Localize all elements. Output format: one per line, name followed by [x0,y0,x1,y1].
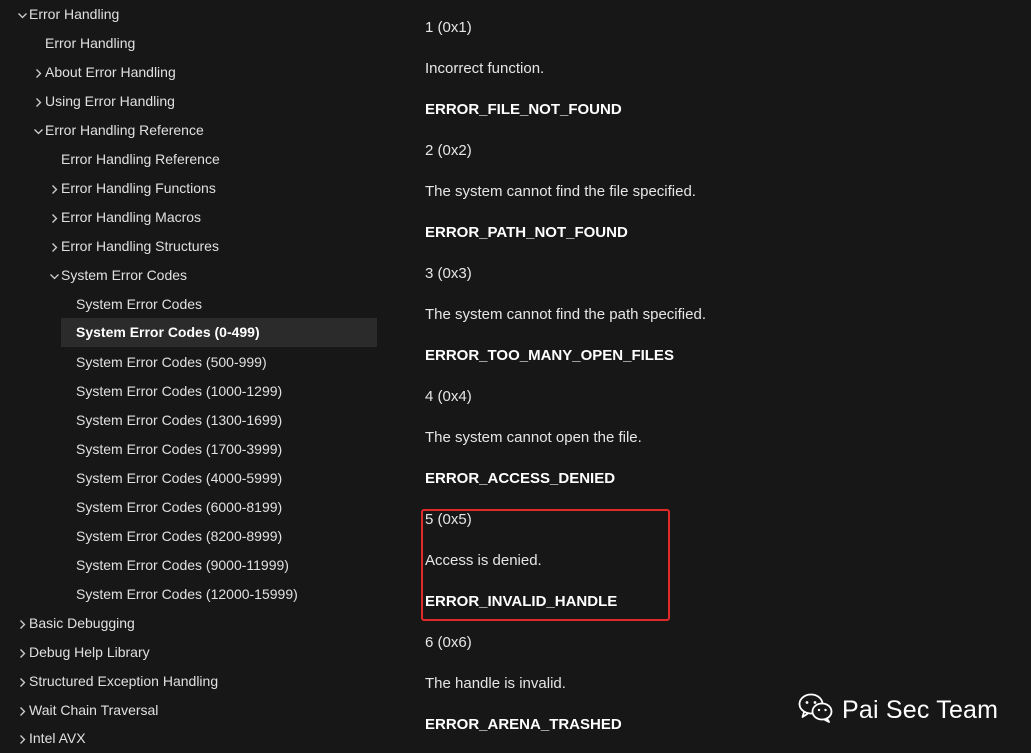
toc-item-label: About Error Handling [45,64,176,80]
wechat-icon [798,693,834,728]
toc-item-label: Error Handling Structures [61,238,219,254]
toc-item-label: System Error Codes (8200-8999) [76,528,283,544]
toc-item-label: System Error Codes (500-999) [76,354,267,370]
toc-item-system-error-codes-9000-11999[interactable]: System Error Codes (9000-11999) [76,551,289,580]
toc-item-system-error-codes-6000-8199[interactable]: System Error Codes (6000-8199) [76,493,282,522]
error-value: 1 (0x1) [425,19,472,36]
toc-item-about-error-handling[interactable]: About Error Handling [32,58,176,87]
toc-item-wait-chain-traversal[interactable]: Wait Chain Traversal [16,696,158,725]
chevron-right-icon[interactable] [16,638,28,667]
toc-item-intel-avx[interactable]: Intel AVX [16,724,86,753]
toc-item-system-error-codes-0-499[interactable]: System Error Codes (0-499) [61,318,377,347]
toc-item-error-handling-overview[interactable]: Error Handling [45,29,135,58]
toc-item-error-handling[interactable]: Error Handling [16,0,119,29]
error-value: 2 (0x2) [425,142,472,159]
error-code-name: ERROR_ACCESS_DENIED [425,470,616,487]
chevron-right-icon[interactable] [48,203,60,232]
toc-item-label: Using Error Handling [45,93,175,109]
toc-item-label: System Error Codes (12000-15999) [76,586,298,602]
error-description: The system cannot find the file specifie… [425,183,696,200]
error-description: Incorrect function. [425,60,545,77]
toc-item-label: Error Handling [45,35,136,51]
toc-item-label: Wait Chain Traversal [29,702,159,718]
toc-item-error-handling-functions[interactable]: Error Handling Functions [48,174,216,203]
toc-item-label: Intel AVX [29,730,86,746]
page: Error Handling Error Handling About Erro… [0,0,1031,753]
watermark: Pai Sec Team [798,692,998,728]
toc-item-label: System Error Codes (9000-11999) [76,557,289,573]
toc-item-label: Structured Exception Handling [29,673,219,689]
toc-item-system-error-codes-overview[interactable]: System Error Codes [76,290,202,319]
toc-item-system-error-codes-1000-1299[interactable]: System Error Codes (1000-1299) [76,377,282,406]
toc-item-error-handling-macros[interactable]: Error Handling Macros [48,203,201,232]
toc-item-label: Error Handling Reference [45,122,204,138]
toc-item-system-error-codes-500-999[interactable]: System Error Codes (500-999) [76,348,267,377]
toc-item-basic-debugging[interactable]: Basic Debugging [16,609,135,638]
toc-item-label: System Error Codes (6000-8199) [76,499,283,515]
toc-item-label: Error Handling [29,6,120,22]
toc-item-label: Error Handling Macros [61,209,202,225]
toc-item-label: System Error Codes [76,296,203,312]
error-description: The handle is invalid. [425,675,566,692]
chevron-down-icon[interactable] [32,116,44,145]
toc-item-label: Basic Debugging [29,615,135,631]
toc-item-system-error-codes-12000-15999[interactable]: System Error Codes (12000-15999) [76,580,298,609]
toc-tree: Error Handling Error Handling About Erro… [0,0,380,753]
toc-item-system-error-codes-8200-8999[interactable]: System Error Codes (8200-8999) [76,522,282,551]
toc-item-error-handling-structures[interactable]: Error Handling Structures [48,232,219,261]
toc-item-label: Error Handling Functions [61,180,216,196]
error-code-name: ERROR_ARENA_TRASHED [425,716,622,733]
error-value: 3 (0x3) [425,265,472,282]
error-code-name: ERROR_FILE_NOT_FOUND [425,101,622,118]
chevron-right-icon[interactable] [16,667,28,696]
toc-item-label: System Error Codes [61,267,188,283]
error-value: 6 (0x6) [425,634,472,651]
chevron-right-icon[interactable] [32,58,44,87]
chevron-right-icon[interactable] [16,609,28,638]
toc-item-system-error-codes-4000-5999[interactable]: System Error Codes (4000-5999) [76,464,282,493]
chevron-down-icon[interactable] [48,261,60,290]
toc-item-structured-exception-handling[interactable]: Structured Exception Handling [16,667,218,696]
chevron-down-icon[interactable] [16,0,28,29]
chevron-right-icon[interactable] [48,232,60,261]
toc-item-label: System Error Codes (1000-1299) [76,383,283,399]
error-code-name: ERROR_TOO_MANY_OPEN_FILES [425,347,674,364]
toc-item-using-error-handling[interactable]: Using Error Handling [32,87,175,116]
toc-item-system-error-codes[interactable]: System Error Codes [48,261,187,290]
chevron-right-icon[interactable] [16,724,28,753]
red-highlight-box [421,509,670,621]
toc-item-label: System Error Codes (1300-1699) [76,412,283,428]
toc-item-label: Error Handling Reference [61,151,220,167]
error-value: 4 (0x4) [425,388,472,405]
toc-item-system-error-codes-1700-3999[interactable]: System Error Codes (1700-3999) [76,435,282,464]
toc-item-label: System Error Codes (4000-5999) [76,470,283,486]
toc-item-system-error-codes-1300-1699[interactable]: System Error Codes (1300-1699) [76,406,282,435]
toc-item-label: System Error Codes (1700-3999) [76,441,283,457]
toc-item-error-handling-reference[interactable]: Error Handling Reference [32,116,204,145]
toc-item-debug-help-library[interactable]: Debug Help Library [16,638,150,667]
error-description: The system cannot open the file. [425,429,642,446]
toc-item-label: System Error Codes (0-499) [76,324,260,340]
chevron-right-icon[interactable] [48,174,60,203]
error-code-name: ERROR_PATH_NOT_FOUND [425,224,628,241]
toc-item-label: Debug Help Library [29,644,150,660]
chevron-right-icon[interactable] [32,87,44,116]
error-description: The system cannot find the path specifie… [425,306,706,323]
toc-item-error-handling-reference-overview[interactable]: Error Handling Reference [61,145,220,174]
chevron-right-icon[interactable] [16,696,28,725]
watermark-text: Pai Sec Team [842,695,999,724]
